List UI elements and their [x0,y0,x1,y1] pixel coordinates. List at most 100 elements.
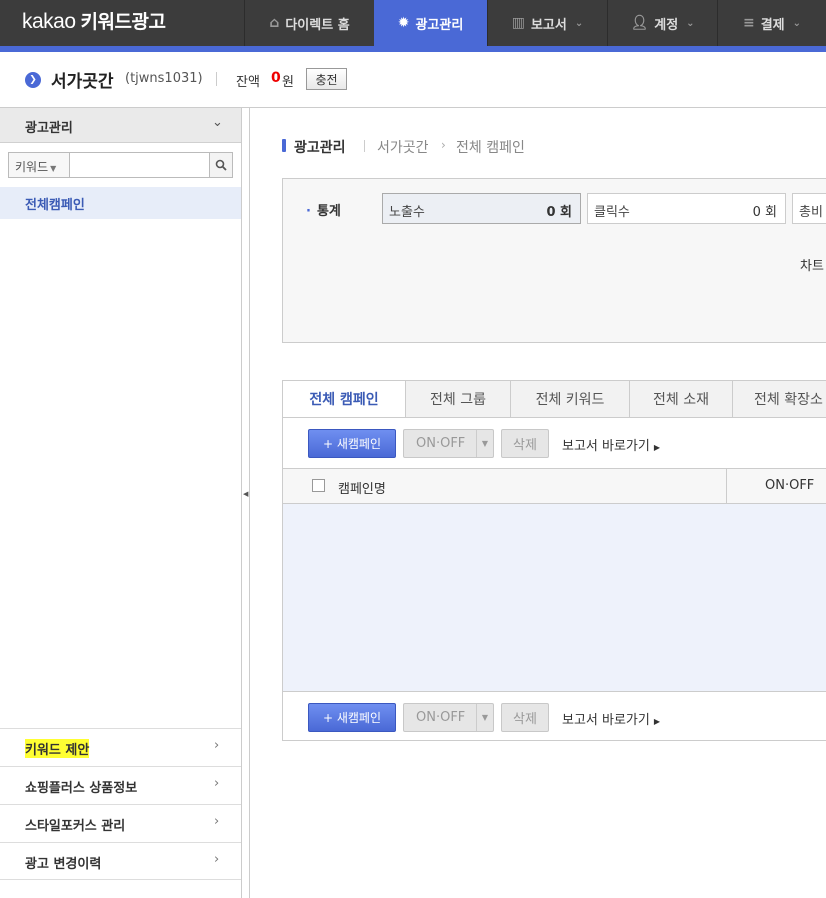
logo-kakao: kakao [22,10,76,33]
delete-button[interactable]: 삭제 [501,703,549,732]
breadcrumb-section: 광고관리 [294,140,346,156]
dropdown-arrow-icon: ▼ [50,164,57,173]
sidebar-item-label: 쇼핑플러스 상품정보 [25,781,138,796]
tab-all-extensions[interactable]: 전체 확장소 [732,380,826,418]
sidebar-item-style-focus[interactable]: 스타일포커스 관리 › [0,804,241,842]
report-shortcut-link[interactable]: 보고서 바로가기 ▶ [562,435,660,454]
chevron-down-icon: ⌄ [212,115,223,130]
nav-ad-management[interactable]: ✹ 광고관리 [374,0,487,46]
arrow-right-icon: ▶ [653,443,661,452]
tab-all-groups[interactable]: 전체 그룹 [405,380,511,418]
sidebar-collapse-handle[interactable]: ◀ [242,108,250,898]
chevron-right-icon: › [214,776,220,791]
sidebar-search: 키워드 ▼ [8,152,233,178]
search-icon [215,159,227,171]
onoff-label: ON·OFF [416,436,466,451]
report-link-label: 보고서 바로가기 [562,439,650,454]
stats-label-text: 통계 [316,204,341,219]
search-button[interactable] [209,152,233,178]
column-onoff[interactable]: ON·OFF [765,478,814,493]
logo[interactable]: kakao 키워드광고 [22,7,166,34]
new-campaign-button[interactable]: + 새캠페인 [308,429,396,458]
nav-reports[interactable]: ▥ 보고서 ⌄ [487,0,607,46]
stat-name: 총비 [799,205,823,220]
select-all-checkbox[interactable] [312,479,325,492]
breadcrumb-page: 전체 캠페인 [456,140,525,156]
nav-label: 계정 [654,17,679,33]
table-body [283,504,826,692]
top-nav: kakao 키워드광고 ⌂ 다이렉트 홈 ✹ 광고관리 ▥ 보고서 ⌄ 👤︎ 계정… [0,0,826,46]
stat-clicks[interactable]: 클릭수 0 회 [587,193,786,224]
stats-panel: · 통계 노출수 0 회 클릭수 0 회 총비 차트 [282,178,826,343]
search-type-label: 키워드 [15,160,49,174]
column-campaign-name[interactable]: 캠페인명 [338,478,386,497]
logo-product: 키워드광고 [80,11,166,33]
delete-button[interactable]: 삭제 [501,429,549,458]
onoff-label: ON·OFF [416,710,466,725]
onoff-dropdown[interactable]: ON·OFF ▼ [403,429,494,458]
campaign-panel: + 새캠페인 ON·OFF ▼ 삭제 보고서 바로가기 ▶ 캠페인명 ON·OFF… [282,417,826,741]
toolbar-top: + 새캠페인 ON·OFF ▼ 삭제 보고서 바로가기 ▶ [283,418,826,468]
nav-account[interactable]: 👤︎ 계정 ⌄ [607,0,717,46]
report-shortcut-link[interactable]: 보고서 바로가기 ▶ [562,709,660,728]
balance-value: 0 [271,70,281,86]
sidebar-item-change-history[interactable]: 광고 변경이력 › [0,842,241,880]
sidebar-item-label: 광고 변경이력 [25,857,102,872]
tab-all-keywords[interactable]: 전체 키워드 [510,380,630,418]
stat-name: 클릭수 [594,205,630,220]
toolbar-bottom: + 새캠페인 ON·OFF ▼ 삭제 보고서 바로가기 ▶ [283,692,826,742]
sidebar-item-all-campaigns[interactable]: 전체캠페인 [0,187,241,219]
tab-all-campaigns[interactable]: 전체 캠페인 [282,380,406,418]
home-icon: ⌂ [269,15,280,31]
sidebar-item-keyword-suggest[interactable]: 키워드 제안 › [0,728,241,766]
sidebar-title: 광고관리 [25,121,73,136]
balance-unit: 원 [282,75,294,90]
chevron-right-icon: › [214,852,220,867]
arrow-right-icon: ▶ [653,717,661,726]
chevron-down-icon: ⌄ [792,17,802,29]
sidebar-item-label: 스타일포커스 관리 [25,819,126,834]
account-id: (tjwns1031) [125,71,203,86]
search-type-select[interactable]: 키워드 ▼ [8,152,70,178]
dropdown-arrow-icon: ▼ [476,704,493,731]
dropdown-arrow-icon: ▼ [476,430,493,457]
stat-value: 0 회 [546,205,572,220]
stat-impressions[interactable]: 노출수 0 회 [382,193,581,224]
nav-label: 보고서 [530,17,567,33]
breadcrumb-marker [282,139,286,152]
account-name: 서가곳간 [51,72,114,92]
onoff-dropdown[interactable]: ON·OFF ▼ [403,703,494,732]
new-campaign-button[interactable]: + 새캠페인 [308,703,396,732]
sidebar-header[interactable]: 광고관리 ⌄ [0,108,241,143]
tab-all-creatives[interactable]: 전체 소재 [629,380,733,418]
collapse-left-icon: ◀ [243,490,249,498]
bar-chart-icon: ▥ [511,15,525,31]
database-icon: ≡ [742,15,755,31]
chevron-right-icon: › [441,138,446,152]
breadcrumb-account[interactable]: 서가곳간 [377,137,429,157]
stat-value: 0 회 [752,205,777,220]
divider [726,469,727,504]
report-link-label: 보고서 바로가기 [562,713,650,728]
balance-label: 잔액 [236,75,260,90]
stat-total-cost[interactable]: 총비 [792,193,826,224]
nav-label: 다이렉트 홈 [285,17,350,33]
charge-button[interactable]: 충전 [306,68,347,90]
sidebar-item-shopping-plus[interactable]: 쇼핑플러스 상품정보 › [0,766,241,804]
sidebar-item-label: 키워드 제안 [25,739,90,758]
sidebar-bottom-menu: 키워드 제안 › 쇼핑플러스 상품정보 › 스타일포커스 관리 › 광고 변경이… [0,728,241,880]
search-input[interactable] [70,152,210,178]
divider [216,72,217,86]
chart-label[interactable]: 차트 [800,255,824,274]
nav-payment[interactable]: ≡ 결제 ⌄ [717,0,826,46]
account-bar: ❯ 서가곳간 (tjwns1031) 잔액 0 원 충전 [0,52,826,108]
stat-name: 노출수 [389,205,425,220]
nav-label: 결제 [760,17,785,33]
nav-direct-home[interactable]: ⌂ 다이렉트 홈 [244,0,374,46]
sidebar-item-label: 전체캠페인 [25,198,85,213]
stats-label: · 통계 [306,204,341,219]
chevron-right-icon: › [214,738,220,753]
arrow-circle-icon[interactable]: ❯ [25,72,41,88]
sidebar: 광고관리 ⌄ 키워드 ▼ 전체캠페인 키워드 제안 › 쇼핑플러스 상품정보 › … [0,108,242,898]
gear-icon: ✹ [397,15,410,31]
